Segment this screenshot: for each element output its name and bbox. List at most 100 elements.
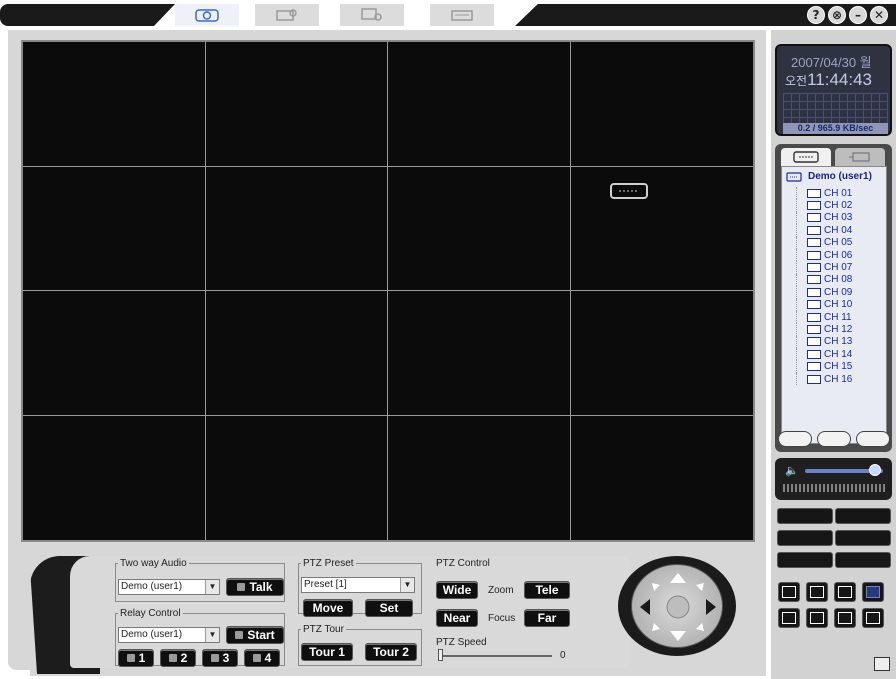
tour-2-button[interactable]: Tour 2 [365, 643, 417, 661]
video-cell[interactable] [388, 415, 571, 540]
set-button[interactable]: Set [365, 599, 413, 617]
channel-item[interactable]: CH 13 [796, 335, 852, 349]
video-cell[interactable] [388, 166, 571, 291]
close-button[interactable]: ✕ [870, 6, 888, 24]
time-value: 11:44:43 [807, 70, 873, 89]
layout-16-button[interactable] [862, 582, 884, 602]
connect-all-icon[interactable] [855, 431, 890, 447]
volume-knob[interactable] [869, 464, 882, 476]
relay-device-select[interactable]: Demo (user1) ▼ [118, 627, 220, 643]
tele-button[interactable]: Tele [524, 581, 570, 599]
camera-icon [807, 324, 821, 334]
wide-button[interactable]: Wide [436, 581, 478, 599]
print-button[interactable] [777, 530, 833, 546]
channel-item[interactable]: CH 14 [796, 348, 852, 361]
video-cell[interactable] [570, 291, 753, 416]
save-button[interactable] [835, 552, 891, 568]
channel-item[interactable]: CH 15 [796, 360, 852, 373]
tab-setup[interactable] [340, 4, 404, 26]
move-button[interactable]: Move [303, 599, 353, 617]
video-cell[interactable] [570, 42, 753, 167]
color-adjust-button[interactable] [777, 552, 833, 568]
relay-4-button[interactable]: 4 [244, 649, 280, 667]
video-cell[interactable] [205, 42, 388, 167]
tab-search[interactable] [255, 4, 319, 26]
start-button[interactable]: Start [226, 626, 284, 644]
settings-button[interactable]: ⊗ [828, 6, 846, 24]
tab-cameras[interactable] [835, 148, 885, 166]
resize-grip-icon[interactable] [874, 657, 890, 671]
channel-item[interactable]: CH 01 [796, 187, 852, 200]
video-cell[interactable] [23, 291, 206, 416]
video-cell[interactable] [205, 415, 388, 540]
help-button[interactable]: ? [807, 6, 825, 24]
dvr-device-icon [609, 182, 648, 199]
disconnect-icon[interactable] [816, 431, 851, 447]
layout-8-button[interactable] [806, 608, 828, 628]
ptz-direction-pad[interactable] [631, 564, 723, 648]
channel-item[interactable]: CH 16 [796, 372, 853, 386]
tree-root-label: Demo (user1) [808, 171, 872, 182]
channel-item[interactable]: CH 06 [796, 248, 852, 262]
layout-9-button[interactable] [834, 582, 856, 602]
channel-item[interactable]: CH 02 [796, 199, 852, 212]
relay-control-legend: Relay Control [120, 608, 181, 619]
tab-monitor[interactable] [175, 4, 239, 26]
minimize-button[interactable]: – [849, 6, 867, 24]
led-indicator [252, 654, 261, 662]
audio-device-select[interactable]: Demo (user1) ▼ [118, 579, 220, 595]
preset-select[interactable]: Preset [1] ▼ [301, 577, 415, 593]
channel-item[interactable]: CH 07 [796, 261, 852, 274]
channel-item[interactable]: CH 11 [796, 310, 852, 324]
video-cell[interactable] [388, 42, 571, 167]
video-cell[interactable] [205, 166, 388, 291]
layout-10-icon [838, 612, 852, 624]
talk-button[interactable]: Talk [226, 578, 284, 596]
ptz-control-group: PTZ Control Wide Zoom Tele Near Focus Fa… [432, 558, 582, 668]
layout-13-button[interactable] [862, 608, 884, 628]
ptz-speed-slider[interactable] [440, 655, 552, 657]
relay-3-button[interactable]: 3 [202, 649, 238, 667]
snapshot-button[interactable] [835, 530, 891, 546]
video-cell[interactable] [23, 166, 206, 291]
audio-level-meter [783, 484, 887, 492]
video-cell[interactable] [570, 166, 753, 291]
connect-icon[interactable] [777, 431, 812, 447]
playback-tool-button[interactable] [835, 508, 891, 524]
relay-2-button[interactable]: 2 [160, 649, 196, 667]
far-button[interactable]: Far [524, 609, 570, 627]
tree-root[interactable]: Demo (user1) [786, 171, 872, 182]
chevron-down-icon: ▼ [205, 580, 219, 594]
camera-icon [807, 213, 821, 223]
tour-1-button[interactable]: Tour 1 [301, 643, 353, 661]
layout-6-button[interactable] [778, 608, 800, 628]
layout-1-icon [782, 586, 796, 598]
near-button[interactable]: Near [436, 609, 478, 627]
relay-1-button[interactable]: 1 [118, 649, 154, 667]
layout-10-button[interactable] [834, 608, 856, 628]
led-indicator [235, 631, 244, 639]
channel-label: CH 16 [824, 373, 853, 385]
dvr-icon [786, 171, 802, 182]
channel-item[interactable]: CH 03 [796, 211, 852, 225]
video-cell[interactable] [23, 415, 206, 540]
layout-1-button[interactable] [778, 582, 800, 602]
channel-item[interactable]: CH 12 [796, 323, 852, 336]
channel-item[interactable]: CH 08 [796, 273, 852, 287]
layout-4-button[interactable] [806, 582, 828, 602]
video-cell[interactable] [205, 291, 388, 416]
video-cell[interactable] [388, 291, 571, 416]
channel-item[interactable]: CH 05 [796, 236, 852, 249]
ptz-speed-thumb[interactable] [438, 649, 443, 661]
video-cell[interactable] [23, 42, 206, 167]
camera-icon [807, 250, 821, 260]
tab-keyboard[interactable] [430, 4, 494, 26]
tab-devices[interactable] [781, 148, 831, 166]
video-cell[interactable] [570, 415, 753, 540]
channel-item[interactable]: CH 04 [796, 224, 852, 237]
channel-item[interactable]: CH 10 [796, 298, 852, 311]
channel-item[interactable]: CH 09 [796, 286, 852, 299]
setup-tool-button[interactable] [777, 508, 833, 524]
video-grid [21, 40, 755, 542]
relay-3-label: 3 [222, 651, 230, 665]
